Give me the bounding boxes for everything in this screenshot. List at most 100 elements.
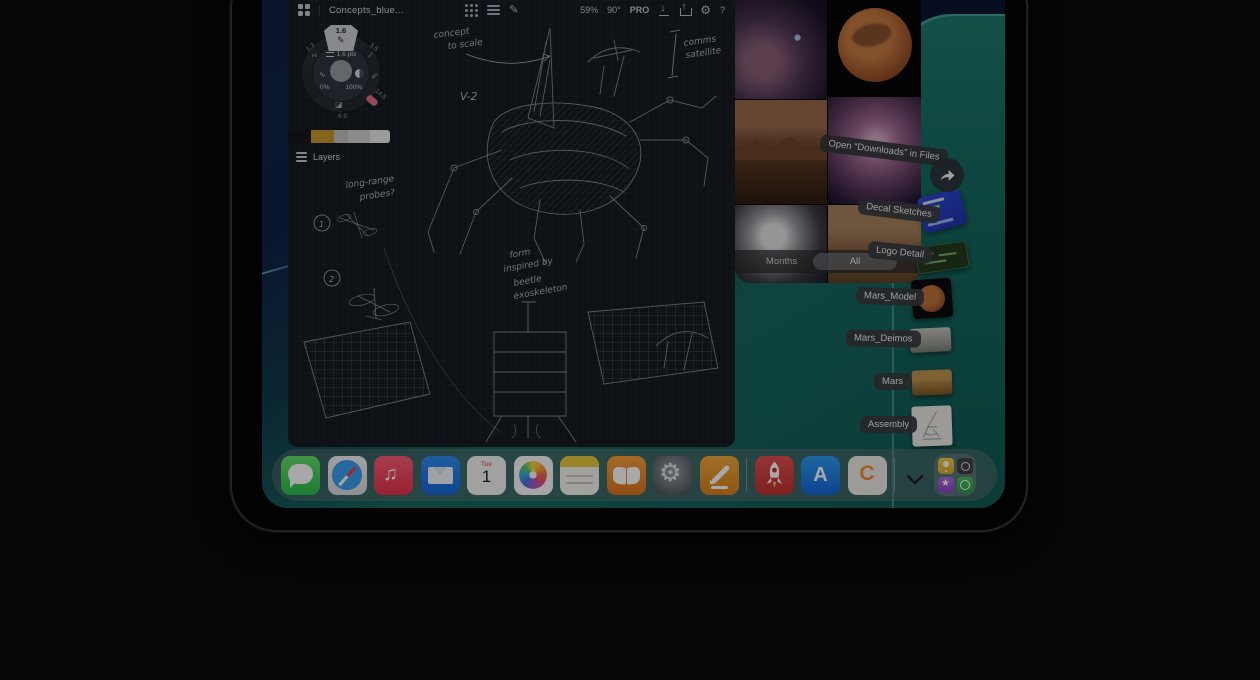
rocket-icon bbox=[755, 456, 794, 495]
layers-panel-header[interactable]: Layers bbox=[296, 152, 340, 162]
swatch-selection-dot bbox=[340, 5, 343, 8]
music-note-icon: ♫ bbox=[383, 463, 398, 486]
help-button[interactable]: ? bbox=[720, 5, 725, 15]
smoothing-icon: ∿ bbox=[319, 70, 326, 79]
fill-tool-icon[interactable]: ◪ bbox=[335, 100, 343, 109]
assembly-sketch bbox=[914, 408, 949, 443]
dock-app-rocket[interactable] bbox=[755, 456, 794, 495]
pencil-tool-icon: ✎ bbox=[337, 35, 346, 44]
import-icon[interactable] bbox=[658, 4, 670, 16]
c-app-icon: C bbox=[848, 462, 887, 486]
opacity-icon bbox=[355, 69, 364, 78]
dock-app-safari[interactable] bbox=[328, 456, 367, 495]
notes-line bbox=[566, 475, 593, 477]
annotation-form: form bbox=[509, 247, 532, 261]
dock-divider bbox=[746, 458, 747, 492]
dock-app-notes[interactable] bbox=[560, 456, 599, 495]
swatch-gray-1[interactable] bbox=[334, 130, 348, 143]
stroke-width-value: 1.6 pts bbox=[337, 51, 357, 58]
annotation-v2: V-2 bbox=[460, 90, 478, 103]
annotation-to-scale: to scale bbox=[447, 38, 484, 52]
opacity-max: 100% bbox=[345, 84, 362, 91]
app-switcher-icon[interactable] bbox=[298, 4, 310, 16]
page-background: concept to scale comms satellite V-2 lon… bbox=[0, 0, 1260, 680]
concepts-app-window: concept to scale comms satellite V-2 lon… bbox=[288, 0, 735, 447]
dock-app-photos[interactable] bbox=[514, 456, 553, 495]
annotation-probes: probes? bbox=[358, 188, 396, 203]
dock-app-books[interactable] bbox=[607, 456, 646, 495]
tool-wheel-center[interactable]: 1.6 pts 0% 100% ∿ bbox=[313, 45, 369, 101]
swatch-gray-2[interactable] bbox=[348, 130, 370, 143]
active-color-dot[interactable] bbox=[330, 60, 352, 82]
photos-flower-icon bbox=[519, 461, 547, 489]
drag-item-label[interactable]: Mars bbox=[874, 373, 911, 390]
dock-suggested-apps[interactable]: ★ bbox=[934, 454, 976, 496]
messages-bubble-icon bbox=[288, 464, 313, 484]
share-button[interactable] bbox=[930, 158, 964, 192]
layers-list-icon bbox=[296, 152, 307, 162]
zoom-level[interactable]: 59% bbox=[580, 5, 598, 15]
settings-gear-icon[interactable]: ⚙ bbox=[700, 4, 711, 16]
marker-tool-icon[interactable]: ✐ bbox=[371, 72, 378, 81]
layers-menu-icon[interactable] bbox=[487, 5, 500, 15]
export-icon[interactable] bbox=[679, 4, 691, 16]
suggested-clock-icon bbox=[957, 477, 973, 493]
photo-nebula-1[interactable] bbox=[735, 0, 827, 99]
pen-underline bbox=[711, 486, 728, 489]
annotation-satellite: satellite bbox=[685, 46, 722, 61]
pen-mode-icon[interactable]: ✎ bbox=[509, 5, 518, 16]
dock-app-calendar[interactable]: Tue 1 bbox=[467, 456, 506, 495]
swatch-white[interactable] bbox=[370, 130, 390, 143]
color-swatch-bar[interactable] bbox=[288, 130, 390, 143]
app-store-a-icon: A bbox=[801, 464, 840, 487]
drag-thumb-mars[interactable] bbox=[912, 369, 953, 395]
settings-gear-glyph: ⚙ bbox=[659, 458, 681, 488]
dock-app-mail[interactable] bbox=[421, 456, 460, 495]
dock-divider bbox=[894, 458, 895, 492]
dock-chevron-down-icon[interactable] bbox=[903, 456, 927, 495]
active-tool-wedge[interactable]: 1.6 ✎ bbox=[324, 25, 358, 51]
dock-app-settings[interactable]: ⚙ bbox=[653, 456, 692, 495]
books-page bbox=[613, 466, 626, 484]
tool-size-bottom: 6.9 bbox=[338, 113, 347, 120]
suggested-star-icon: ★ bbox=[938, 477, 954, 493]
books-page bbox=[627, 466, 640, 484]
swatch-gold[interactable] bbox=[311, 130, 334, 143]
annotation-marker-2: 2 bbox=[329, 275, 334, 284]
photo-mars-planet[interactable] bbox=[828, 0, 921, 96]
dock-app-messages[interactable] bbox=[281, 456, 320, 495]
smoothing-min: 0% bbox=[320, 84, 329, 91]
ipad-screen: concept to scale comms satellite V-2 lon… bbox=[262, 0, 1005, 508]
mail-envelope-icon bbox=[428, 467, 453, 484]
photo-mars-landscape[interactable] bbox=[735, 100, 827, 204]
annotation-concept: concept bbox=[433, 27, 470, 41]
swatch-black[interactable] bbox=[288, 130, 311, 143]
dock-app-music[interactable]: ♫ bbox=[374, 456, 413, 495]
tool-wheel[interactable]: 1.6 ✎ 1.3 3.5 6.9 14.5 ∿ ⌇ ✐ ◪ 1.6 pts bbox=[302, 34, 380, 112]
notes-band bbox=[560, 456, 599, 467]
suggested-tips-icon bbox=[938, 458, 954, 474]
stroke-slider-icon bbox=[326, 52, 334, 57]
annotation-marker-1: 1 bbox=[319, 220, 324, 229]
pro-badge[interactable]: PRO bbox=[630, 5, 650, 15]
layers-label: Layers bbox=[313, 152, 340, 162]
suggested-camera-icon bbox=[957, 458, 973, 474]
drag-item-label[interactable]: Assembly bbox=[860, 416, 917, 433]
grid-settings-icon[interactable] bbox=[465, 4, 478, 17]
dock-app-app-store[interactable]: A bbox=[801, 456, 840, 495]
decal-mark bbox=[922, 197, 944, 205]
pen-bar bbox=[710, 464, 730, 484]
airbrush-tool-icon[interactable]: ⌇ bbox=[366, 51, 375, 60]
notes-line bbox=[566, 482, 593, 484]
dock: ♫ Tue 1 ⚙ bbox=[272, 449, 997, 501]
logo-mark bbox=[939, 252, 957, 256]
dock-app-sketch-pen[interactable] bbox=[700, 456, 739, 495]
calendar-day: 1 bbox=[467, 468, 506, 486]
dock-app-c-app[interactable]: C bbox=[848, 456, 887, 495]
drag-thumb-assembly[interactable] bbox=[911, 405, 952, 446]
rotation-value[interactable]: 90° bbox=[607, 5, 621, 15]
drag-item-label[interactable]: Mars_Model bbox=[856, 287, 925, 306]
toolbar-divider bbox=[319, 5, 320, 16]
drag-item-label[interactable]: Mars_Deimos bbox=[846, 329, 921, 347]
active-tool-size: 1.6 bbox=[324, 26, 358, 35]
